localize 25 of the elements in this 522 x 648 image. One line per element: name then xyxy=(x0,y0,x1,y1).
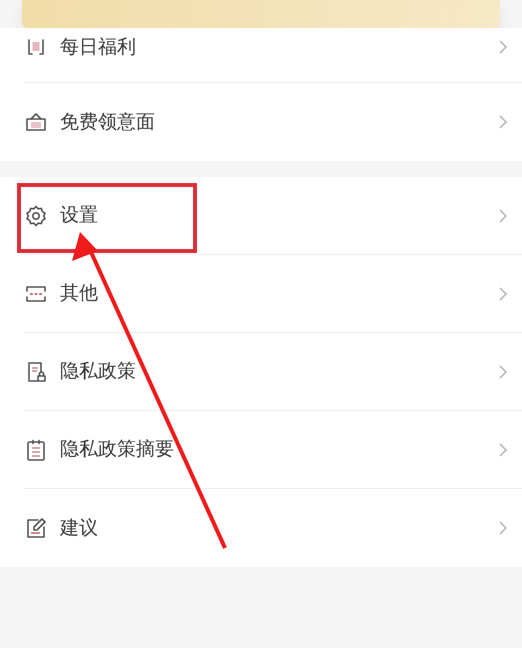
menu-label: 其他 xyxy=(60,281,98,306)
menu-label: 建议 xyxy=(60,516,98,541)
menu-item[interactable]: 免费领意面 xyxy=(24,83,522,161)
chevron-icon xyxy=(498,114,508,130)
chevron-icon xyxy=(498,442,508,458)
menu-label: 隐私政策 xyxy=(60,359,136,384)
menu-item[interactable]: 其他 xyxy=(24,255,522,333)
chevron-icon xyxy=(498,364,508,380)
edit-icon xyxy=(24,516,48,540)
chevron-icon xyxy=(498,208,508,224)
membership-banner[interactable] xyxy=(22,0,500,28)
bag-icon xyxy=(24,110,48,134)
chevron-icon xyxy=(498,520,508,536)
menu-label: 设置 xyxy=(60,203,98,228)
menu-label: 每日福利 xyxy=(60,34,136,60)
menu-item[interactable]: 隐私政策 xyxy=(24,333,522,411)
menu-item[interactable]: 每日福利 xyxy=(24,28,522,83)
menu-item[interactable]: 建议 xyxy=(24,489,522,567)
chevron-icon xyxy=(498,286,508,302)
menu-label: 隐私政策摘要 xyxy=(60,437,174,462)
chevron-icon xyxy=(498,39,508,55)
menu-item[interactable]: 隐私政策摘要 xyxy=(24,411,522,489)
gear-icon xyxy=(24,204,48,228)
menu-label: 免费领意面 xyxy=(60,110,155,135)
document-icon xyxy=(24,438,48,462)
